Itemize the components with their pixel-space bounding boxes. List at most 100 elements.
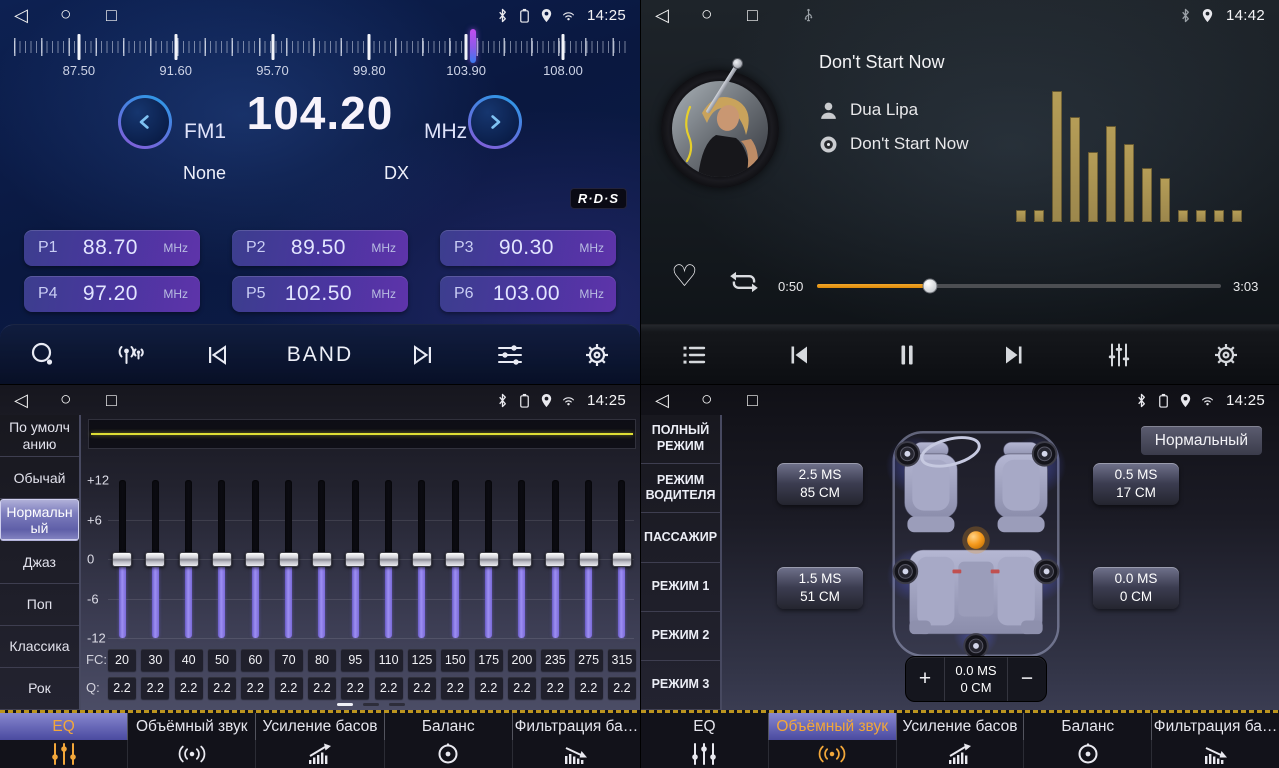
scan-icon[interactable] <box>26 340 60 370</box>
decrease-delay-button[interactable]: − <box>1008 657 1046 701</box>
q-value-8[interactable]: 2.2 <box>375 677 403 699</box>
tab-left-1[interactable]: Объёмный звук <box>128 713 256 740</box>
sf-mode-item-3[interactable]: РЕЖИМ 1 <box>641 563 720 612</box>
eq-band-slider-4[interactable] <box>245 480 265 638</box>
eq-band-slider-15[interactable] <box>612 480 632 638</box>
tab-left-3[interactable]: Баланс <box>385 713 513 740</box>
eq-band-slider-12[interactable] <box>512 480 532 638</box>
eq-band-slider-6[interactable] <box>312 480 332 638</box>
fc-value-10[interactable]: 150 <box>441 649 469 671</box>
q-value-5[interactable]: 2.2 <box>275 677 303 699</box>
eq-band-slider-13[interactable] <box>545 480 565 638</box>
eq-band-slider-14[interactable] <box>579 480 599 638</box>
band-button[interactable]: BAND <box>287 343 353 367</box>
playlist-icon[interactable] <box>677 340 711 370</box>
eq-slider-handle[interactable] <box>212 552 232 567</box>
filter-icon[interactable] <box>513 740 640 768</box>
q-value-0[interactable]: 2.2 <box>108 677 136 699</box>
eq-band-slider-2[interactable] <box>179 480 199 638</box>
eq-band-slider-11[interactable] <box>479 480 499 638</box>
sound-profile-badge[interactable]: Нормальный <box>1141 426 1262 455</box>
preset-button-p6[interactable]: P6103.00MHz <box>440 276 616 312</box>
tab-right-3[interactable]: Баланс <box>1024 713 1152 740</box>
q-value-3[interactable]: 2.2 <box>208 677 236 699</box>
fc-value-4[interactable]: 60 <box>241 649 269 671</box>
settings-gear-icon[interactable] <box>580 340 614 370</box>
page-dot[interactable] <box>363 703 379 706</box>
dial-ticks[interactable] <box>14 32 626 62</box>
fc-value-3[interactable]: 50 <box>208 649 236 671</box>
fc-value-6[interactable]: 80 <box>308 649 336 671</box>
nav-back-icon[interactable]: ◁ <box>14 385 60 415</box>
nav-back-icon[interactable]: ◁ <box>14 0 60 30</box>
sf-mode-item-0[interactable]: ПОЛНЫЙ РЕЖИМ <box>641 415 720 464</box>
nav-home-icon[interactable]: ○ <box>701 0 747 30</box>
tune-down-button[interactable] <box>118 95 172 149</box>
preset-button-p3[interactable]: P390.30MHz <box>440 230 616 266</box>
eq-slider-handle[interactable] <box>579 552 599 567</box>
fc-value-12[interactable]: 200 <box>508 649 536 671</box>
page-dot[interactable] <box>389 703 405 706</box>
next-station-icon[interactable] <box>406 340 440 370</box>
preset-button-p1[interactable]: P188.70MHz <box>24 230 200 266</box>
sf-mode-item-2[interactable]: ПАССАЖИР <box>641 513 720 562</box>
sf-mode-item-5[interactable]: РЕЖИМ 3 <box>641 661 720 710</box>
eq-band-slider-7[interactable] <box>345 480 365 638</box>
tab-right-0[interactable]: EQ <box>641 713 769 740</box>
nav-recents-icon[interactable]: □ <box>106 0 152 30</box>
nav-back-icon[interactable]: ◁ <box>655 385 701 415</box>
seek-bar[interactable] <box>817 284 1221 288</box>
previous-station-icon[interactable] <box>200 340 234 370</box>
surround-icon[interactable] <box>769 740 897 768</box>
tab-right-4[interactable]: Фильтрация ба… <box>1152 713 1279 740</box>
q-value-10[interactable]: 2.2 <box>441 677 469 699</box>
eq-sliders-icon[interactable] <box>641 740 769 768</box>
sf-mode-item-4[interactable]: РЕЖИМ 2 <box>641 612 720 661</box>
preset-button-p2[interactable]: P289.50MHz <box>232 230 408 266</box>
eq-slider-handle[interactable] <box>145 552 165 567</box>
eq-band-slider-5[interactable] <box>279 480 299 638</box>
fc-value-5[interactable]: 70 <box>275 649 303 671</box>
q-value-15[interactable]: 2.2 <box>608 677 636 699</box>
balance-icon[interactable] <box>1024 740 1152 768</box>
fc-value-9[interactable]: 125 <box>408 649 436 671</box>
page-dot-active[interactable] <box>337 703 353 706</box>
nav-home-icon[interactable]: ○ <box>60 0 106 30</box>
eq-preset-item-4[interactable]: Поп <box>0 584 79 626</box>
increase-delay-button[interactable]: + <box>906 657 944 701</box>
eq-slider-handle[interactable] <box>345 552 365 567</box>
q-value-6[interactable]: 2.2 <box>308 677 336 699</box>
q-value-9[interactable]: 2.2 <box>408 677 436 699</box>
broadcast-icon[interactable] <box>113 340 147 370</box>
filter-icon[interactable] <box>1152 740 1279 768</box>
eq-slider-handle[interactable] <box>312 552 332 567</box>
pause-icon[interactable] <box>890 340 924 370</box>
preset-button-p4[interactable]: P497.20MHz <box>24 276 200 312</box>
nav-recents-icon[interactable]: □ <box>747 0 793 30</box>
delay-rear-right[interactable]: 0.0 MS 0 CM <box>1093 567 1179 609</box>
balance-icon[interactable] <box>385 740 513 768</box>
equalizer-icon[interactable] <box>1102 340 1136 370</box>
fc-value-15[interactable]: 315 <box>608 649 636 671</box>
fc-value-8[interactable]: 110 <box>375 649 403 671</box>
bass-boost-icon[interactable] <box>897 740 1025 768</box>
repeat-icon[interactable] <box>727 268 761 296</box>
tab-right-1[interactable]: Объёмный звук <box>769 713 897 740</box>
q-value-12[interactable]: 2.2 <box>508 677 536 699</box>
nav-recents-icon[interactable]: □ <box>106 385 152 415</box>
fc-value-7[interactable]: 95 <box>341 649 369 671</box>
q-value-11[interactable]: 2.2 <box>475 677 503 699</box>
eq-slider-handle[interactable] <box>612 552 632 567</box>
eq-slider-handle[interactable] <box>279 552 299 567</box>
eq-preset-item-0[interactable]: По умолчанию <box>0 415 79 457</box>
eq-preset-item-2[interactable]: Нормальный <box>0 499 79 541</box>
q-value-4[interactable]: 2.2 <box>241 677 269 699</box>
preset-button-p5[interactable]: P5102.50MHz <box>232 276 408 312</box>
dial-frequency-indicator[interactable] <box>470 29 476 63</box>
eq-preset-item-1[interactable]: Обычай <box>0 457 79 499</box>
q-value-13[interactable]: 2.2 <box>541 677 569 699</box>
q-value-1[interactable]: 2.2 <box>141 677 169 699</box>
eq-band-slider-9[interactable] <box>412 480 432 638</box>
fc-value-13[interactable]: 235 <box>541 649 569 671</box>
next-track-icon[interactable] <box>996 340 1030 370</box>
